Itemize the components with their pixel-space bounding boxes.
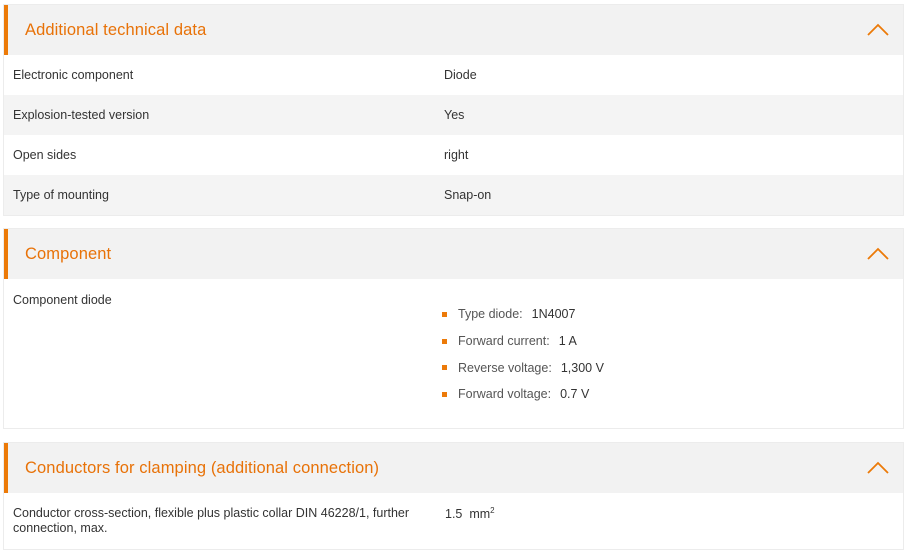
conductor-cross-section-value: 1.5 mm2: [445, 506, 495, 521]
spec-label: Reverse voltage:: [458, 360, 552, 375]
spec-label: Forward current:: [458, 334, 550, 349]
section-title: Component: [25, 244, 112, 263]
component-body: Component diode Type diode: 1N4007 Forwa…: [4, 279, 903, 428]
square-bullet-icon: [442, 365, 447, 371]
spec-value: 0.7 V: [560, 387, 590, 402]
square-bullet-icon: [442, 391, 447, 397]
row-value: Diode: [444, 68, 477, 82]
section-component: Component Component diode Type diode: 1N…: [3, 228, 904, 429]
table-row: Electronic component Diode: [4, 55, 903, 95]
spec-label: Forward voltage:: [458, 387, 552, 402]
conductors-body: Conductor cross-section, flexible plus p…: [4, 493, 903, 549]
table-row: Explosion-tested version Yes: [4, 95, 903, 135]
row-value: Snap-on: [444, 188, 492, 202]
chevron-up-icon[interactable]: [866, 244, 890, 262]
unit-superscript: 2: [490, 506, 495, 515]
section-title: Additional technical data: [25, 20, 207, 39]
section-header-component[interactable]: Component: [4, 229, 903, 279]
list-item: Forward voltage: 0.7 V: [442, 378, 604, 411]
section-header-conductors[interactable]: Conductors for clamping (additional conn…: [4, 443, 903, 493]
table-row: Type of mounting Snap-on: [4, 175, 903, 215]
table-row: Open sides right: [4, 135, 903, 175]
component-spec-list: Type diode: 1N4007 Forward current: 1 A …: [442, 298, 604, 411]
row-label: Electronic component: [13, 68, 134, 82]
value-number: 1.5 mm: [445, 507, 491, 521]
spec-label: Type diode:: [458, 307, 523, 322]
conductor-cross-section-label: Conductor cross-section, flexible plus p…: [13, 506, 410, 535]
row-label: Open sides: [13, 148, 77, 162]
row-label: Explosion-tested version: [13, 108, 150, 122]
chevron-up-icon[interactable]: [866, 20, 890, 38]
row-value: Yes: [444, 108, 465, 122]
section-title: Conductors for clamping (additional conn…: [25, 458, 380, 477]
spec-value: 1 A: [558, 334, 577, 349]
chevron-up-icon[interactable]: [866, 458, 890, 476]
component-label: Component diode: [13, 293, 112, 307]
section-additional-technical-data: Additional technical data Electronic com…: [3, 4, 904, 216]
spec-value: 1,300 V: [560, 360, 604, 375]
row-label: Type of mounting: [13, 188, 109, 202]
section-conductors-clamping: Conductors for clamping (additional conn…: [3, 442, 904, 550]
row-value: right: [444, 148, 469, 162]
spec-value: 1N4007: [531, 307, 576, 322]
square-bullet-icon: [442, 311, 447, 317]
square-bullet-icon: [442, 338, 447, 344]
section-header-technical[interactable]: Additional technical data: [4, 5, 903, 55]
